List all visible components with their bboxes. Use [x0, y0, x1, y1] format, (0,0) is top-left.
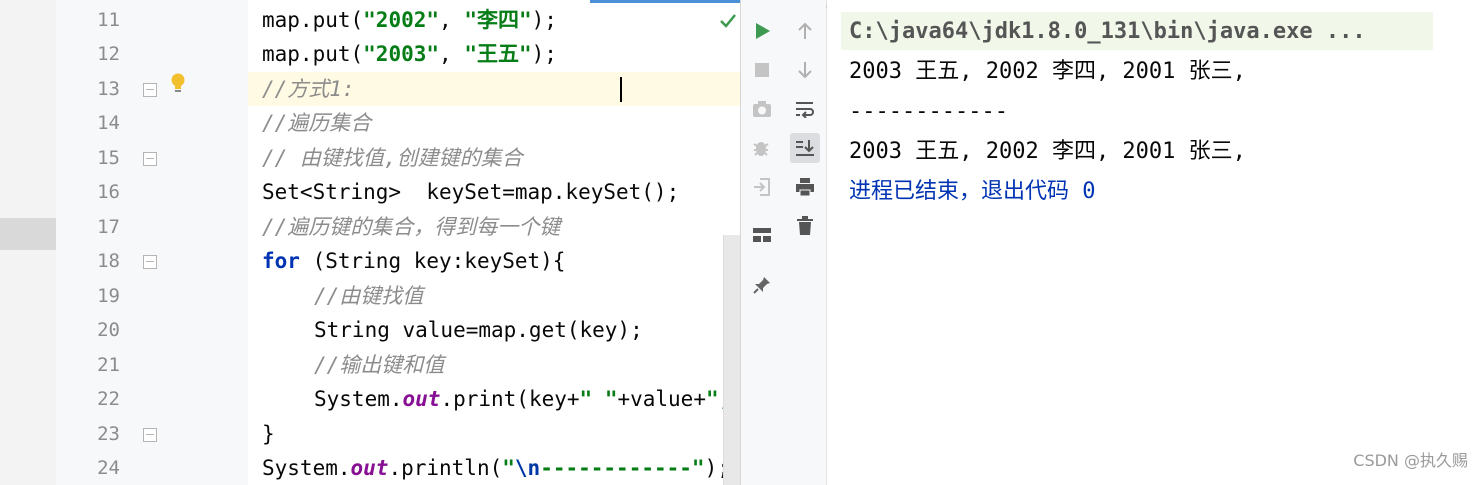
- layout-button[interactable]: [747, 220, 777, 250]
- line-number: 12: [97, 43, 120, 65]
- code-line-19: //由键找值: [314, 284, 424, 308]
- fold-marker-icon[interactable]: [143, 83, 157, 97]
- clear-button[interactable]: [790, 211, 820, 241]
- trash-icon: [797, 216, 813, 235]
- line-number: 18: [97, 250, 120, 272]
- run-toolbar-primary: [740, 0, 785, 485]
- pin-button[interactable]: [747, 270, 777, 300]
- editor-gutter: 11 12 13 14 15 16 17 18 19 20 21 22 23 2…: [56, 0, 248, 485]
- line-number: 21: [97, 354, 120, 376]
- left-panel-strip: [0, 0, 57, 485]
- console-output-line: 2003 王五, 2002 李四, 2001 张三,: [849, 139, 1246, 164]
- code-line-12: map.put("2003", "王五");: [262, 42, 557, 66]
- fold-marker-icon[interactable]: [143, 255, 157, 269]
- line-number: 22: [97, 388, 120, 410]
- code-line-22: System.out.print(key+" "+value+",: [314, 387, 732, 411]
- console-separator-line: ------------: [849, 99, 1008, 124]
- code-editor[interactable]: map.put("2002", "李四"); map.put("2003", "…: [248, 0, 740, 485]
- login-icon: [754, 178, 770, 196]
- code-line-17: //遍历键的集合，得到每一个键: [262, 215, 561, 239]
- line-number: 15: [97, 147, 120, 169]
- camera-icon: [753, 101, 771, 117]
- watermark: CSDN @执久赐: [1353, 451, 1468, 470]
- up-arrow-icon: [798, 22, 812, 39]
- line-number: 11: [97, 9, 120, 31]
- console-output-line: 2003 王五, 2002 李四, 2001 张三,: [849, 59, 1246, 84]
- code-line-13: //方式1:: [262, 77, 355, 101]
- code-line-21: //输出键和值: [314, 353, 445, 377]
- pin-icon: [753, 277, 770, 294]
- line-number: 13: [97, 78, 120, 100]
- scroll-to-end-button[interactable]: [790, 133, 820, 163]
- debug-icon: [753, 142, 769, 156]
- print-icon: [796, 178, 814, 197]
- text-caret: [620, 77, 622, 102]
- down-button[interactable]: [790, 55, 820, 85]
- run-icon: [756, 23, 770, 39]
- line-number: 16: [97, 181, 120, 203]
- layout-icon: [753, 228, 771, 242]
- code-line-11: map.put("2002", "李四");: [262, 8, 557, 32]
- editor-tab-indicator: [590, 0, 740, 3]
- code-line-16: Set<String> keySet=map.keySet();: [262, 180, 680, 204]
- line-number: 20: [97, 319, 120, 341]
- down-arrow-icon: [798, 62, 812, 79]
- stop-button[interactable]: [747, 55, 777, 85]
- fold-marker-icon[interactable]: [143, 152, 157, 166]
- lightbulb-icon[interactable]: [170, 73, 186, 95]
- left-panel-selection[interactable]: [0, 218, 56, 250]
- run-console[interactable]: C:\java64\jdk1.8.0_131\bin\java.exe ... …: [827, 0, 1482, 485]
- line-number: 19: [97, 285, 120, 307]
- up-button[interactable]: [790, 16, 820, 46]
- code-line-23: }: [262, 422, 275, 446]
- code-line-24: System.out.println("\n------------");: [262, 456, 730, 480]
- console-exit-message: 进程已结束，退出代码 0: [849, 179, 1096, 204]
- login-button[interactable]: [747, 172, 777, 202]
- print-button[interactable]: [790, 172, 820, 202]
- stop-icon: [755, 63, 769, 77]
- line-number: 23: [97, 423, 120, 445]
- line-number: 14: [97, 112, 120, 134]
- line-number: 17: [97, 216, 120, 238]
- code-line-14: //遍历集合: [262, 111, 372, 135]
- line-number: 24: [97, 457, 120, 479]
- run-toolbar-secondary: [784, 0, 827, 485]
- editor-scrollbar[interactable]: [723, 235, 740, 485]
- console-command-line[interactable]: C:\java64\jdk1.8.0_131\bin\java.exe ...: [849, 12, 1366, 52]
- inspection-ok-icon[interactable]: [719, 12, 737, 30]
- scroll-to-end-icon: [796, 140, 814, 156]
- debug-button[interactable]: [747, 133, 777, 163]
- run-button[interactable]: [747, 16, 777, 46]
- thread-dump-button[interactable]: [747, 94, 777, 124]
- code-line-20: String value=map.get(key);: [314, 318, 643, 342]
- soft-wrap-button[interactable]: [790, 94, 820, 124]
- fold-marker-icon[interactable]: [143, 428, 157, 442]
- code-line-15: // 由键找值,创建键的集合: [262, 146, 523, 170]
- code-line-18: for (String key:keySet){: [262, 249, 566, 273]
- soft-wrap-icon: [796, 102, 814, 118]
